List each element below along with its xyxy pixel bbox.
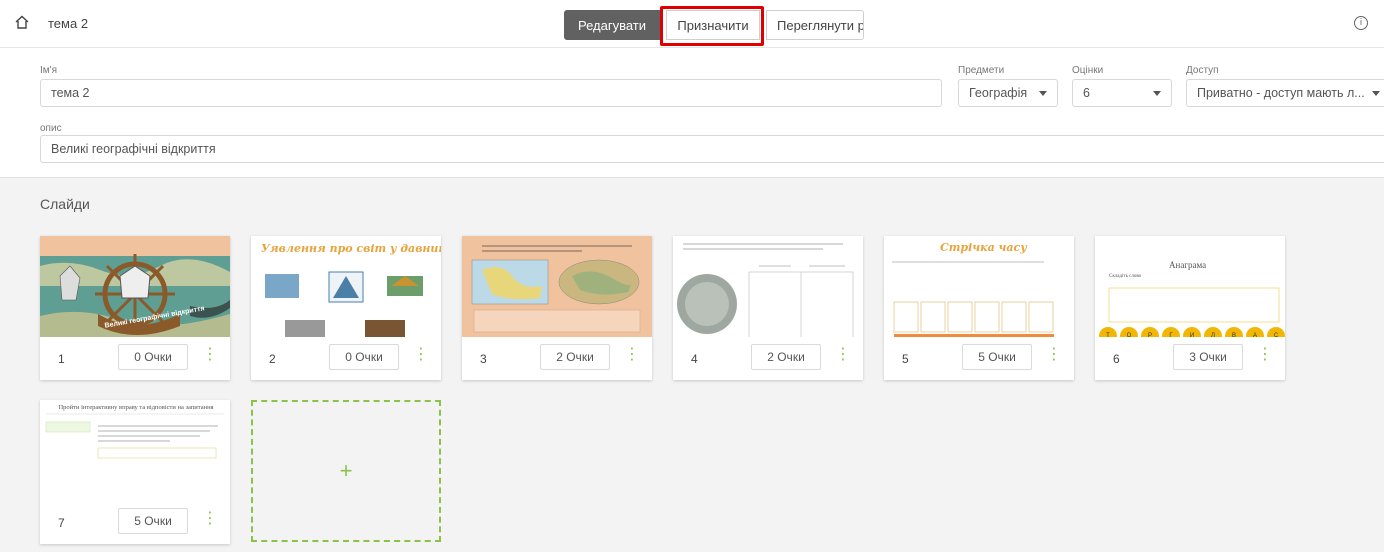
anagram-illustration [1108, 287, 1280, 323]
more-icon[interactable]: ⋮ [1046, 346, 1062, 366]
slide-card-4[interactable]: 4 2 Очки ⋮ [673, 236, 863, 380]
slide-number: 1 [58, 352, 65, 366]
description-field[interactable]: Великі географічні відкриття [40, 135, 1384, 163]
slide-number: 5 [902, 352, 909, 366]
letter-tile: С [1267, 327, 1285, 337]
top-bar: тема 2 Редагувати Призначити Переглянути… [0, 0, 1384, 48]
maps-illustration [471, 245, 641, 333]
slide-number: 2 [269, 352, 276, 366]
more-icon[interactable]: ⋮ [1257, 346, 1273, 366]
slide-card-7[interactable]: Пройти інтерактивну вправу та відповісти… [40, 400, 230, 544]
grades-value: 6 [1083, 86, 1090, 100]
quiz-illustration [45, 413, 224, 459]
slide-card-1[interactable]: Великі географічні відкриття 1 0 Очки ⋮ [40, 236, 230, 380]
slide-card-3[interactable]: 3 2 Очки ⋮ [462, 236, 652, 380]
slide-card-6[interactable]: Анаграма Складіть слово Т О Р Г И Л В А … [1095, 236, 1285, 380]
points-button[interactable]: 0 Очки [118, 344, 188, 370]
tab-assign[interactable]: Призначити [666, 10, 760, 40]
more-icon[interactable]: ⋮ [413, 346, 429, 366]
letter-tile: Т [1099, 327, 1117, 337]
name-label: Ім'я [40, 65, 57, 76]
chevron-down-icon [1039, 91, 1047, 96]
letter-tile: Р [1141, 327, 1159, 337]
add-slide-button[interactable]: + [251, 400, 441, 542]
more-icon[interactable]: ⋮ [624, 346, 640, 366]
letter-tile: А [1246, 327, 1264, 337]
more-icon[interactable]: ⋮ [202, 346, 218, 366]
slide-thumbnail[interactable]: Пройти інтерактивну вправу та відповісти… [40, 400, 230, 501]
slide-thumbnail[interactable]: Стрічка часу [884, 236, 1074, 337]
subjects-label: Предмети [958, 65, 1005, 76]
slide-2-caption: Уявлення про світ у давнину [261, 242, 441, 255]
slide-thumbnail[interactable] [673, 236, 863, 337]
subjects-value: Географія [969, 86, 1028, 100]
slides-heading: Слайди [40, 196, 90, 212]
slide-number: 4 [691, 352, 698, 366]
letter-tile: О [1120, 327, 1138, 337]
slide-thumbnail[interactable]: Анаграма Складіть слово Т О Р Г И Л В А … [1095, 236, 1285, 337]
tab-preview[interactable]: Переглянути рс [766, 10, 864, 40]
points-button[interactable]: 2 Очки [751, 344, 821, 370]
points-button[interactable]: 2 Очки [540, 344, 610, 370]
points-button[interactable]: 0 Очки [329, 344, 399, 370]
slide-number: 3 [480, 352, 487, 366]
plus-icon: + [339, 458, 353, 483]
access-value: Приватно - доступ мають л... [1197, 86, 1365, 100]
slide-number: 7 [58, 516, 65, 530]
chevron-down-icon [1372, 91, 1380, 96]
access-select[interactable]: Приватно - доступ мають л... [1186, 79, 1384, 107]
slide-thumbnail[interactable] [462, 236, 652, 337]
grades-label: Оцінки [1072, 65, 1104, 76]
points-button[interactable]: 5 Очки [962, 344, 1032, 370]
slides-area: Слайди Великі географічні відкриття 1 0 … [0, 177, 1384, 552]
grades-select[interactable]: 6 [1072, 79, 1172, 107]
home-icon[interactable] [14, 14, 30, 30]
venn-illustration [677, 243, 854, 337]
points-button[interactable]: 5 Очки [118, 508, 188, 534]
description-label: опис [40, 123, 62, 134]
letter-tile: Г [1162, 327, 1180, 337]
chevron-down-icon [1153, 91, 1161, 96]
letter-tile: Л [1204, 327, 1222, 337]
more-icon[interactable]: ⋮ [835, 346, 851, 366]
more-icon[interactable]: ⋮ [202, 510, 218, 530]
name-field[interactable]: тема 2 [40, 79, 942, 107]
access-label: Доступ [1186, 65, 1219, 76]
points-button[interactable]: 3 Очки [1173, 344, 1243, 370]
lesson-form: Ім'я тема 2 Предмети Географія Оцінки 6 … [0, 49, 1384, 177]
letter-tile: И [1183, 327, 1201, 337]
info-icon[interactable]: i [1354, 16, 1368, 30]
slide-thumbnail[interactable]: Уявлення про світ у давнину [251, 236, 441, 337]
slide-5-caption: Стрічка часу [940, 241, 1027, 254]
page-title: тема 2 [48, 16, 89, 31]
subjects-select[interactable]: Географія [958, 79, 1058, 107]
slide-card-5[interactable]: Стрічка часу 5 5 Очки ⋮ [884, 236, 1074, 380]
letter-tiles: Т О Р Г И Л В А С [1099, 327, 1285, 337]
slide-number: 6 [1113, 352, 1120, 366]
tab-edit[interactable]: Редагувати [564, 10, 660, 40]
letter-tile: В [1225, 327, 1243, 337]
slide-thumbnail[interactable]: Великі географічні відкриття [40, 236, 230, 337]
slide-card-2[interactable]: Уявлення про світ у давнину 2 0 Очки ⋮ [251, 236, 441, 380]
